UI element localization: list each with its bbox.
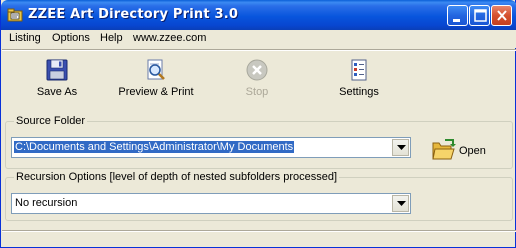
bottom-separator xyxy=(2,230,516,232)
settings-button[interactable]: Settings xyxy=(334,58,384,108)
app-folder-icon xyxy=(7,8,23,22)
app-window: ZZEE Art Directory Print 3.0 Listing Opt… xyxy=(0,0,516,248)
menu-listing[interactable]: Listing xyxy=(9,32,41,44)
recursion-dropdown-button[interactable] xyxy=(392,195,409,212)
title-bar[interactable]: ZZEE Art Directory Print 3.0 xyxy=(1,0,516,30)
source-folder-dropdown-button[interactable] xyxy=(392,139,409,156)
stop-icon xyxy=(246,59,268,81)
open-button[interactable]: Open xyxy=(432,137,494,165)
chevron-down-icon xyxy=(397,201,406,206)
menu-separator xyxy=(2,49,516,51)
menu-help[interactable]: Help xyxy=(100,32,123,44)
recursion-value: No recursion xyxy=(15,197,78,209)
source-folder-path: C:\Documents and Settings\Administrator\… xyxy=(14,141,295,153)
menu-website[interactable]: www.zzee.com xyxy=(133,32,206,44)
settings-label: Settings xyxy=(339,86,379,98)
menu-bar: Listing Options Help www.zzee.com xyxy=(2,30,516,48)
stop-button[interactable]: Stop xyxy=(237,58,277,108)
maximize-icon xyxy=(474,9,487,22)
save-as-label: Save As xyxy=(36,86,78,98)
open-label: Open xyxy=(459,145,486,157)
save-as-button[interactable]: Save As xyxy=(31,58,83,108)
preview-print-button[interactable]: Preview & Print xyxy=(116,58,196,108)
maximize-button[interactable] xyxy=(469,5,490,26)
recursion-combo[interactable]: No recursion xyxy=(11,193,411,214)
settings-checklist-icon xyxy=(351,59,367,81)
preview-print-label: Preview & Print xyxy=(118,86,194,98)
window-title: ZZEE Art Directory Print 3.0 xyxy=(28,7,239,22)
close-icon xyxy=(497,10,507,21)
floppy-disk-icon xyxy=(46,59,68,81)
open-folder-icon xyxy=(432,139,456,160)
recursion-options-legend: Recursion Options [level of depth of nes… xyxy=(14,171,340,183)
close-button[interactable] xyxy=(491,5,512,26)
magnifier-page-icon xyxy=(147,59,165,80)
source-folder-legend: Source Folder xyxy=(14,115,88,127)
stop-label: Stop xyxy=(245,86,269,98)
source-folder-combo[interactable]: C:\Documents and Settings\Administrator\… xyxy=(11,137,411,158)
menu-options[interactable]: Options xyxy=(52,32,90,44)
minimize-icon xyxy=(453,19,460,22)
chevron-down-icon xyxy=(397,145,406,150)
minimize-button[interactable] xyxy=(447,5,468,26)
